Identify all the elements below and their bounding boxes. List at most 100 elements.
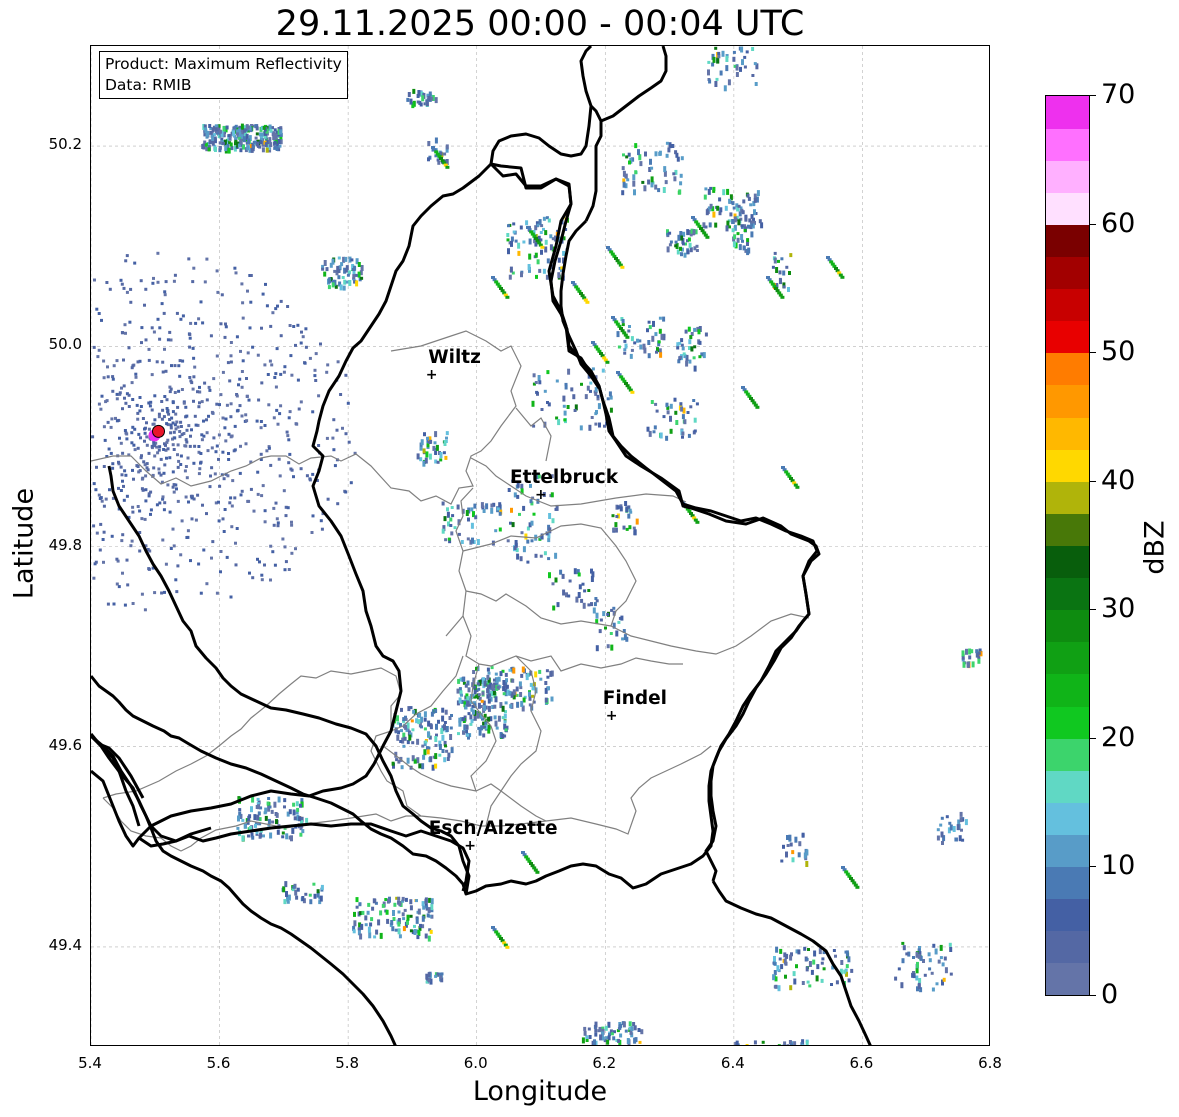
radar-pixel <box>429 756 433 763</box>
radar-pixel <box>184 405 188 409</box>
radar-pixel <box>968 655 972 660</box>
radar-pixel <box>583 1026 587 1031</box>
radar-pixel <box>434 451 438 455</box>
radar-pixel <box>737 204 741 208</box>
radar-pixel <box>609 407 613 413</box>
radar-pixel <box>204 127 208 132</box>
radar-pixel <box>304 892 308 896</box>
radar-pixel <box>509 266 513 273</box>
radar-pixel <box>688 339 692 345</box>
radar-pixel <box>901 941 905 945</box>
radar-pixel <box>948 821 952 825</box>
radar-pixel <box>626 178 630 182</box>
radar-pixel <box>117 585 121 589</box>
radar-pixel <box>328 277 332 284</box>
radar-pixel <box>141 488 145 492</box>
radar-pixel <box>516 494 520 499</box>
radar-pixel <box>225 403 229 407</box>
radar-pixel <box>409 899 413 905</box>
radar-pixel <box>518 512 521 516</box>
radar-pixel <box>92 524 96 528</box>
radar-pixel <box>687 433 691 438</box>
radar-pixel <box>287 568 291 571</box>
radar-pixel <box>273 801 277 808</box>
radar-pixel <box>546 370 550 375</box>
radar-pixel <box>589 389 592 393</box>
radar-pixel <box>704 332 708 337</box>
radar-pixel <box>239 148 243 153</box>
radar-pixel <box>264 807 268 814</box>
radar-pixel <box>299 467 303 471</box>
radar-pixel <box>271 550 275 554</box>
radar-pixel <box>281 537 285 541</box>
radar-pixel <box>267 818 271 824</box>
radar-pixel <box>139 405 143 408</box>
radar-pixel <box>186 456 190 460</box>
radar-pixel <box>364 923 368 927</box>
colorbar-tick-mark <box>1090 995 1096 996</box>
radar-pixel <box>413 929 417 935</box>
radar-pixel <box>95 531 99 535</box>
radar-pixel <box>127 393 131 397</box>
radar-pixel <box>297 407 301 411</box>
radar-pixel <box>847 956 851 963</box>
radar-pixel <box>408 734 412 741</box>
radar-pixel <box>544 239 548 245</box>
radar-pixel <box>810 969 814 975</box>
city-label: Findel <box>602 687 667 709</box>
radar-pixel <box>557 272 561 279</box>
radar-pixel <box>679 173 683 178</box>
radar-pixel <box>632 174 636 181</box>
radar-pixel <box>821 957 825 961</box>
radar-pixel <box>176 405 180 409</box>
radar-pixel <box>333 269 337 273</box>
radar-pixel <box>606 612 610 616</box>
radar-pixel <box>246 351 250 355</box>
radar-pixel <box>480 502 484 509</box>
radar-pixel <box>931 987 935 992</box>
radar-pixel <box>441 715 445 722</box>
radar-pixel <box>279 372 283 376</box>
radar-pixel <box>962 661 966 668</box>
radar-pixel <box>666 410 670 415</box>
radar-pixel <box>629 510 633 514</box>
radar-pixel <box>547 402 551 407</box>
radar-pixel <box>451 514 455 518</box>
radar-pixel <box>786 1044 790 1045</box>
radar-pixel <box>290 520 293 524</box>
radar-pixel <box>686 229 690 236</box>
radar-pixel <box>646 426 650 432</box>
radar-pixel <box>504 672 508 677</box>
radar-pixel <box>394 928 398 932</box>
radar-pixel <box>290 835 293 842</box>
radar-pixel <box>527 264 531 270</box>
map-area[interactable] <box>90 45 990 1046</box>
radar-pixel <box>208 124 212 128</box>
radar-pixel <box>594 1028 598 1033</box>
radar-pixel <box>761 1040 765 1044</box>
radar-pixel <box>246 499 250 503</box>
radar-pixel <box>805 1040 809 1045</box>
radar-pixel <box>949 972 953 976</box>
radar-pixel <box>263 520 267 524</box>
radar-pixel <box>284 881 288 888</box>
radar-pixel <box>173 364 177 368</box>
radar-pixel <box>140 341 143 345</box>
radar-pixel <box>207 414 210 418</box>
radar-pixel <box>505 684 509 689</box>
radar-pixel <box>233 448 237 452</box>
radar-pixel <box>236 408 240 412</box>
district-border <box>465 590 612 627</box>
radar-pixel <box>800 1042 804 1045</box>
radar-pixel <box>357 262 361 267</box>
radar-pixel <box>136 417 140 421</box>
radar-pixel <box>654 402 658 406</box>
radar-pixel <box>200 433 204 437</box>
radar-pixel <box>213 136 217 141</box>
radar-pixel <box>342 285 346 291</box>
radar-pixel <box>267 797 271 800</box>
radar-pixel <box>559 569 563 575</box>
radar-pixel <box>614 522 618 528</box>
radar-pixel <box>177 459 181 463</box>
national-border <box>91 734 397 1045</box>
